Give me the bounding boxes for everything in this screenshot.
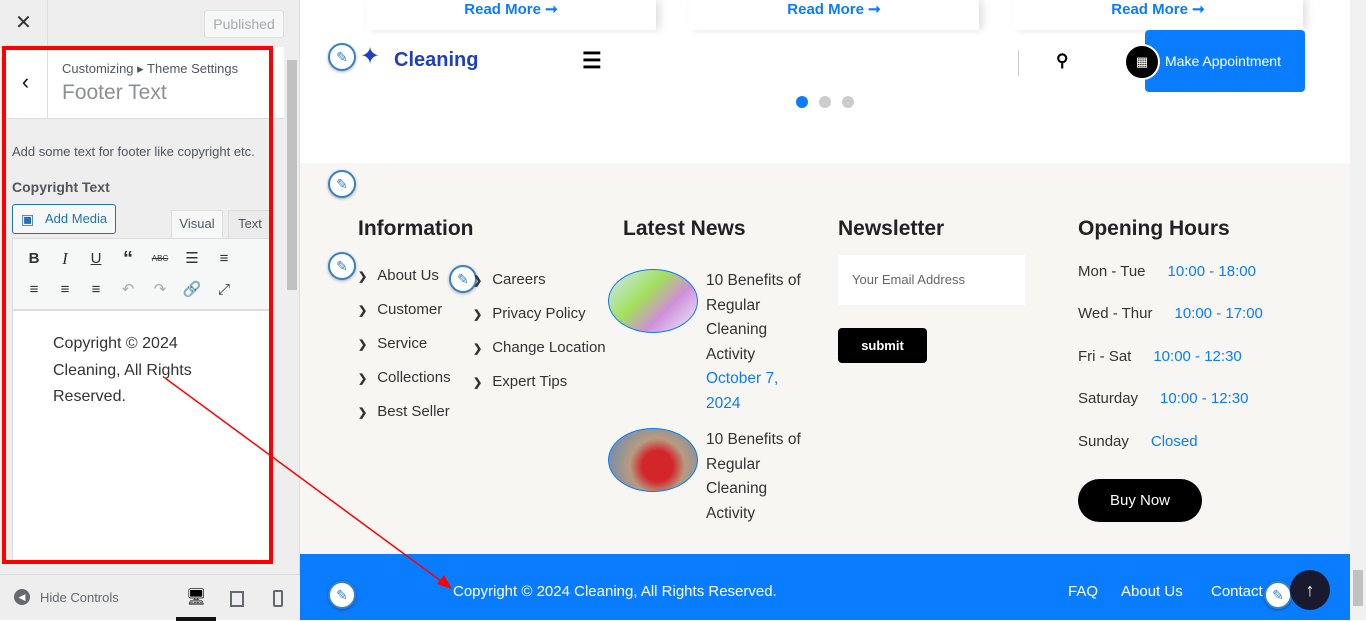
latest-news-heading: Latest News	[623, 217, 746, 240]
numbered-list-icon[interactable]: ≡	[211, 246, 237, 272]
email-input[interactable]: Your Email Address	[838, 255, 1025, 305]
strikethrough-icon[interactable]: ABC	[147, 246, 173, 272]
section-title: Footer Text	[62, 81, 167, 104]
footer-link[interactable]: ❯ Privacy Policy	[473, 305, 586, 322]
edit-shortcut-icon[interactable]: ✎	[328, 43, 356, 71]
opening-hours-heading: Opening Hours	[1078, 217, 1230, 240]
footer-link-faq[interactable]: FAQ	[1068, 583, 1098, 600]
edit-shortcut-icon[interactable]: ✎	[328, 170, 356, 198]
desktop-preview-icon[interactable]: 🖥	[186, 587, 206, 607]
footer-link[interactable]: ❯ Service	[358, 335, 427, 352]
newsletter-heading: Newsletter	[838, 217, 945, 240]
news-thumbnail[interactable]	[608, 428, 698, 492]
copyright-label: Copyright Text	[12, 179, 110, 195]
undo-icon[interactable]: ↶	[115, 277, 141, 303]
hours-row: Mon - Tue 10:00 - 18:00	[1078, 263, 1256, 280]
site-footer: ✎ Information ✎ ❯ About Us ❯ Customer ❯ Ser…	[300, 163, 1350, 554]
edit-shortcut-icon[interactable]: ✎	[328, 581, 356, 609]
copyright-text: Copyright © 2024 Cleaning, All Rights Re…	[453, 583, 777, 600]
footer-actions: ◀ Hide Controls 🖥	[0, 574, 300, 621]
add-media-button[interactable]: ▣ Add Media	[12, 204, 116, 234]
read-more-link[interactable]: Read More ➞	[689, 0, 979, 30]
description: Add some text for footer like copyright …	[12, 144, 255, 159]
footer-link[interactable]: ❯ Collections	[358, 369, 451, 386]
logo-sparkle-icon: ✦	[360, 43, 381, 70]
tab-text[interactable]: Text	[228, 210, 272, 238]
edit-shortcut-icon[interactable]: ✎	[1264, 581, 1292, 609]
panel-scrollbar-thumb[interactable]	[287, 60, 297, 290]
mobile-preview-icon[interactable]	[273, 590, 283, 607]
slider-dot[interactable]	[819, 96, 831, 108]
customizer-panel: ✕ Published ‹ Customizing ▸ Theme Settin…	[0, 0, 300, 621]
slider-dot-active[interactable]	[796, 96, 808, 108]
close-button[interactable]: ✕	[0, 0, 48, 46]
news-date: October 7, 2024	[706, 370, 779, 412]
menu-icon[interactable]: ☰	[582, 48, 602, 74]
editor-content[interactable]: Copyright © 2024 Cleaning, All Rights Re…	[12, 310, 272, 562]
calendar-icon: ▦	[1124, 44, 1160, 80]
information-heading: Information	[358, 217, 474, 240]
footer-link-contact[interactable]: Contact	[1211, 583, 1271, 600]
copyright-bar: ✎ Copyright © 2024 Cleaning, All Rights …	[300, 554, 1350, 620]
back-button[interactable]: ‹	[4, 47, 48, 119]
italic-icon[interactable]: I	[52, 246, 78, 272]
read-more-link[interactable]: Read More ➞	[366, 0, 656, 30]
hours-row: Saturday 10:00 - 12:30	[1078, 390, 1249, 407]
section-header: ‹ Customizing ▸ Theme Settings Footer Te…	[4, 47, 284, 119]
read-more-link[interactable]: Read More ➞	[1013, 0, 1303, 30]
active-device-indicator	[176, 617, 216, 621]
hours-row: Fri - Sat 10:00 - 12:30	[1078, 348, 1242, 365]
fullscreen-icon[interactable]: ⤢	[211, 277, 237, 303]
search-icon[interactable]: ⚲	[1056, 51, 1068, 71]
news-item[interactable]: 10 Benefits of Regular Cleaning Activity	[706, 428, 816, 526]
divider	[1018, 50, 1019, 76]
tablet-preview-icon[interactable]	[230, 591, 244, 607]
breadcrumb: Customizing ▸ Theme Settings	[62, 61, 239, 76]
link-icon[interactable]: 🔗	[179, 277, 205, 303]
add-media-label: Add Media	[45, 211, 108, 226]
scroll-to-top-button[interactable]: ↑	[1290, 570, 1330, 610]
hours-row: Sunday Closed	[1078, 433, 1198, 450]
news-thumbnail[interactable]	[608, 269, 698, 333]
submit-button[interactable]: submit	[838, 328, 927, 363]
footer-link[interactable]: ❯ Customer	[358, 301, 442, 318]
news-item[interactable]: 10 Benefits of Regular Cleaning Activity…	[706, 269, 816, 416]
footer-link[interactable]: ❯ About Us	[358, 267, 439, 284]
site-logo[interactable]: Cleaning	[394, 49, 478, 72]
footer-link-about[interactable]: About Us	[1121, 583, 1183, 600]
preview-scrollbar[interactable]	[1350, 0, 1366, 620]
media-icon: ▣	[21, 211, 35, 227]
footer-link[interactable]: ❯ Expert Tips	[473, 373, 567, 390]
footer-link[interactable]: ❯ Best Seller	[358, 403, 450, 420]
hide-controls-button[interactable]: Hide Controls	[40, 590, 119, 605]
buy-now-button[interactable]: Buy Now	[1078, 479, 1202, 522]
bullet-list-icon[interactable]: ☰	[179, 246, 205, 272]
blockquote-icon[interactable]: “	[115, 246, 141, 272]
footer-link[interactable]: ❯ Careers	[473, 271, 546, 288]
tab-visual[interactable]: Visual	[171, 210, 223, 238]
underline-icon[interactable]: U	[83, 246, 109, 272]
hide-controls-icon[interactable]: ◀	[14, 589, 30, 605]
footer-link[interactable]: ❯ Change Location	[473, 339, 606, 356]
edit-shortcut-icon[interactable]: ✎	[328, 252, 356, 280]
make-appointment-button[interactable]: Make Appointment	[1145, 30, 1305, 92]
align-left-icon[interactable]: ≡	[21, 277, 47, 303]
align-center-icon[interactable]: ≡	[52, 277, 78, 303]
redo-icon[interactable]: ↷	[147, 277, 173, 303]
hours-row: Wed - Thur 10:00 - 17:00	[1078, 305, 1263, 322]
slider-dot[interactable]	[842, 96, 854, 108]
bold-icon[interactable]: B	[21, 246, 47, 272]
editor-toolbar: B I U “ ABC ☰ ≡ ≡ ≡ ≡ ↶ ↷ 🔗 ⤢	[12, 238, 272, 310]
align-right-icon[interactable]: ≡	[83, 277, 109, 303]
published-button[interactable]: Published	[204, 10, 284, 38]
